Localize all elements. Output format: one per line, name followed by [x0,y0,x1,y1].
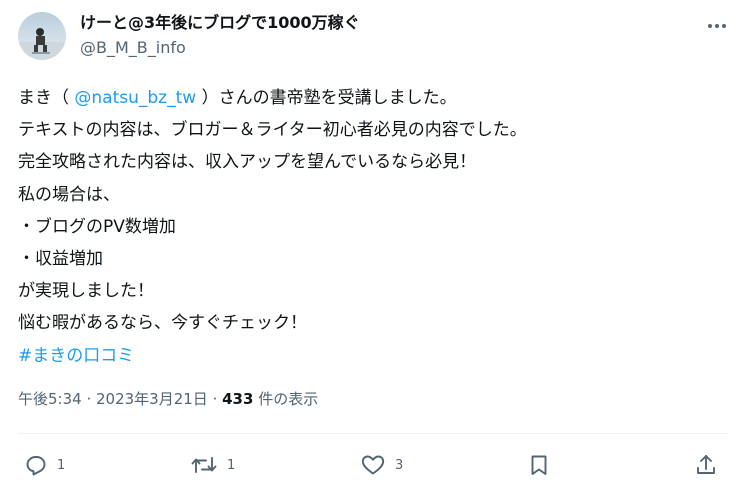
tweet-line-5: ・ブログのPV数増加 [18,216,176,237]
tweet-line-6: ・収益増加 [18,248,103,269]
meta-separator: · [81,390,96,408]
hashtag-link[interactable]: #まきの口コミ [18,346,134,366]
heart-icon [361,455,385,475]
like-button[interactable]: 3 [360,448,403,482]
retweet-button[interactable]: 1 [190,448,235,482]
retweet-count: 1 [227,457,236,473]
more-button[interactable] [700,12,734,40]
tweet-line-4: 私の場合は、 [18,184,120,205]
bookmark-icon [531,455,547,475]
tweet-line-9: #まきの口コミ [18,340,738,372]
tweet-card: けーと@3年後にブログで1000万稼ぐ @B_M_B_info まき（ @nat… [0,0,747,497]
avatar[interactable] [18,12,66,60]
views-label: 件の表示 [253,390,319,408]
share-button[interactable] [694,448,718,482]
retweet-icon [191,457,217,473]
more-icon [708,24,726,28]
meta-separator: · [207,390,223,408]
mention-link[interactable]: @natsu_bz_tw [74,88,196,108]
tweet-line-1-suffix: ）さんの書帝塾を受講しました。 [196,88,457,108]
tweet-date[interactable]: 2023年3月21日 [96,390,208,408]
share-icon [697,455,715,474]
reply-count: 1 [57,457,66,473]
tweet-meta: 午後5:34 · 2023年3月21日 · 433 件の表示 [18,386,318,412]
reply-icon [26,456,46,476]
user-handle[interactable]: @B_M_B_info [80,37,186,59]
avatar-image [18,12,66,60]
tweet-line-7: が実現しました！ [18,281,154,302]
bookmark-button[interactable] [527,448,551,482]
reply-button[interactable]: 1 [24,448,65,482]
tweet-line-2: テキストの内容は、ブロガー＆ライター初心者必見の内容でした。 [18,120,527,141]
action-bar: 1 1 3 [0,448,747,482]
tweet-line-1-prefix: まき（ [18,88,75,108]
divider [18,433,729,434]
like-count: 3 [395,457,404,473]
tweet-text: まき（ @natsu_bz_tw ）さんの書帝塾を受講しました。 テキストの内容… [18,82,738,372]
display-name[interactable]: けーと@3年後にブログで1000万稼ぐ [80,12,360,34]
tweet-line-1: まき（ @natsu_bz_tw ）さんの書帝塾を受講しました。 [18,82,738,114]
tweet-line-3: 完全攻略された内容は、収入アップを望んでいるなら必見！ [18,152,477,173]
views-count[interactable]: 433 [222,390,253,408]
tweet-line-8: 悩む暇があるなら、今すぐチェック！ [18,313,307,334]
tweet-time[interactable]: 午後5:34 [18,390,82,408]
